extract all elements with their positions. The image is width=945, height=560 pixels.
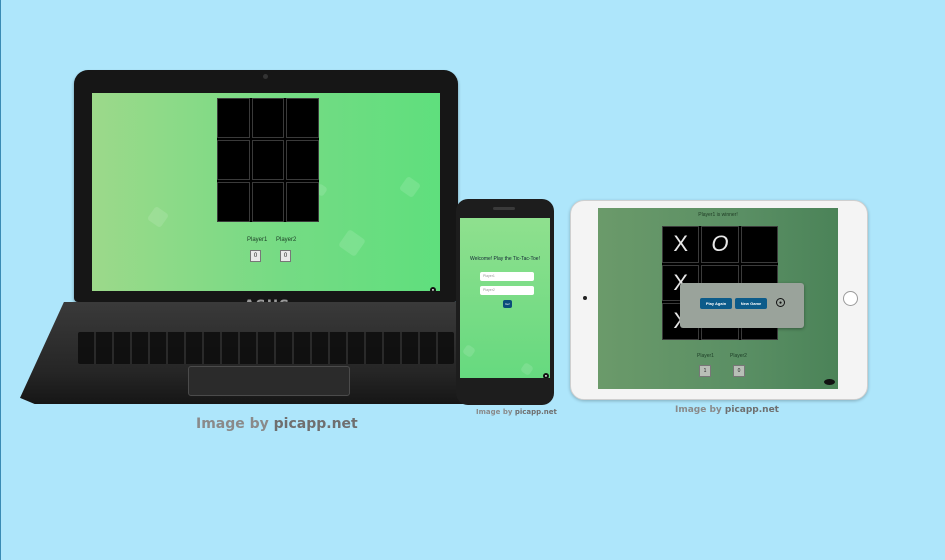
github-icon[interactable]: ● bbox=[776, 298, 785, 307]
play-again-button[interactable]: Play Again bbox=[700, 298, 732, 309]
tablet-screen: Player1 is winner! X O X X Play Again Ne… bbox=[598, 208, 838, 389]
caption-prefix: Image by bbox=[476, 408, 515, 416]
phone-speaker bbox=[493, 207, 515, 210]
start-game-button[interactable]: Go! bbox=[503, 300, 512, 308]
tablet-home-button bbox=[843, 291, 858, 306]
welcome-title: Welcome! Play the Tic-Tac-Toe! bbox=[470, 256, 540, 262]
laptop-keyboard bbox=[78, 332, 454, 364]
laptop-trackpad bbox=[188, 366, 350, 396]
laptop-image-credit: Image by picapp.net bbox=[196, 416, 358, 432]
background-decoration bbox=[520, 362, 534, 376]
player2-label: Player2 bbox=[730, 353, 747, 359]
tablet-image-credit: Image by picapp.net bbox=[675, 405, 779, 415]
board-cell[interactable] bbox=[217, 182, 250, 222]
board-cell[interactable] bbox=[251, 182, 285, 222]
github-icon[interactable]: ● bbox=[543, 373, 549, 378]
board-cell[interactable] bbox=[286, 182, 319, 222]
board-cell[interactable] bbox=[286, 140, 319, 180]
board-cell[interactable] bbox=[251, 98, 285, 138]
github-icon[interactable]: ● bbox=[430, 287, 436, 291]
player1-name-input[interactable]: Player1 bbox=[480, 272, 534, 281]
player1-score: 1 bbox=[699, 365, 711, 377]
phone-screen: Welcome! Play the Tic-Tac-Toe! Player1 P… bbox=[460, 218, 550, 378]
board-cell[interactable] bbox=[740, 226, 778, 263]
caption-site: picapp.net bbox=[273, 416, 358, 432]
phone-image-credit: Image by picapp.net bbox=[476, 408, 557, 416]
laptop-camera bbox=[263, 74, 268, 79]
player1-label: Player1 bbox=[697, 353, 714, 359]
player2-label: Player2 bbox=[276, 237, 297, 243]
left-border bbox=[0, 0, 1, 560]
player2-score: 0 bbox=[280, 250, 291, 262]
game-board bbox=[217, 98, 319, 222]
player1-label: Player1 bbox=[247, 237, 268, 243]
eye-icon[interactable] bbox=[824, 379, 835, 385]
board-cell[interactable] bbox=[217, 98, 250, 138]
background-decoration bbox=[146, 205, 170, 229]
caption-prefix: Image by bbox=[196, 416, 274, 432]
new-game-button[interactable]: New Game bbox=[735, 298, 767, 309]
background-decoration bbox=[338, 229, 366, 257]
board-cell[interactable] bbox=[286, 98, 319, 138]
board-cell[interactable] bbox=[217, 140, 250, 180]
player2-name-input[interactable]: Player2 bbox=[480, 286, 534, 295]
caption-site: picapp.net bbox=[724, 405, 779, 415]
board-cell[interactable] bbox=[251, 140, 285, 180]
player2-score: 0 bbox=[733, 365, 745, 377]
caption-prefix: Image by bbox=[675, 405, 725, 415]
caption-site: picapp.net bbox=[514, 408, 557, 416]
background-decoration bbox=[398, 175, 422, 199]
tablet-camera bbox=[583, 296, 587, 300]
game-over-modal: Play Again New Game ● bbox=[680, 283, 804, 328]
background-decoration bbox=[462, 344, 476, 358]
laptop-screen: Player1 Player2 0 0 ● bbox=[92, 93, 440, 291]
board-cell[interactable]: O bbox=[701, 226, 739, 263]
board-cell[interactable]: X bbox=[662, 226, 700, 263]
winner-status: Player1 is winner! bbox=[698, 212, 738, 218]
player1-score: 0 bbox=[250, 250, 261, 262]
